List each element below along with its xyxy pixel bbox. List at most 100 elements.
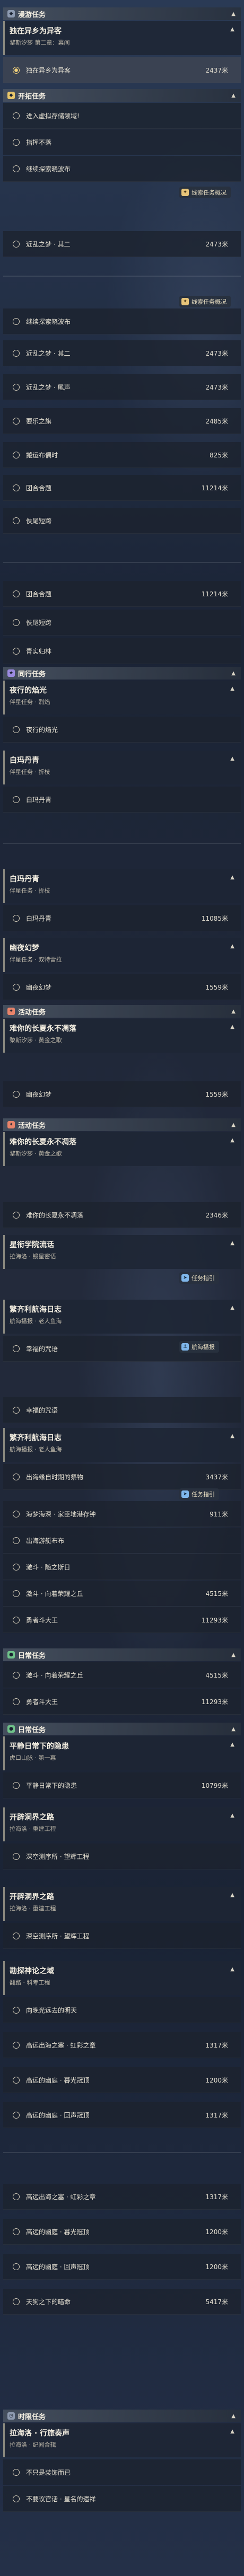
task-row[interactable]: 深空测序所 · 望辉工程 [3,1843,241,1869]
quest-card[interactable]: 难你的长夏永不凋落 黎斯汐莎 · 黄金之歌 ▲ [3,1132,241,1166]
guide-badge[interactable]: ➤ 任务指引 [179,1272,219,1284]
task-row[interactable]: 青实归林 [3,638,241,664]
task-row[interactable]: 要乐之旗 2485米 [3,408,241,434]
task-row[interactable]: 搬运布偶时 825米 [3,442,241,468]
section-header-daily[interactable]: ● 日常任务 ▲ [3,1723,241,1735]
task-name: 白玛丹青 [26,914,52,922]
quest-title: 开辟洞界之路 [10,1813,54,1822]
quest-card[interactable]: 平静日常下的隐患 虎口山脉 · 第一幕 ▲ [3,1736,241,1770]
task-row[interactable]: 激斗 · 向着荣耀之丘 4515米 [3,1581,241,1607]
section-header-event[interactable]: ✦ 活动任务 ▲ [3,1118,241,1131]
task-status-icon [13,2495,20,2502]
task-row[interactable]: 幽夜幻梦 1559米 [3,974,241,1000]
task-name: 出海缘自时期的祭物 [26,1473,84,1481]
task-status-icon [13,1345,20,1352]
task-row[interactable]: 白玛丹青 11085米 [3,905,241,931]
task-name: 进入虚拟存储领域! [26,112,80,120]
task-row[interactable]: 深空测序所 · 望辉工程 [3,1923,241,1949]
task-status-icon [13,1932,20,1939]
task-row[interactable]: 近乱之梦 · 其二 2473米 [3,231,241,257]
task-distance: 1317米 [205,2041,228,2049]
task-name: 难你的长夏永不凋落 [26,1211,84,1219]
quest-subtitle: 虎口山脉 · 第一幕 [10,1754,56,1761]
section-header-companion[interactable]: ★ 同行任务 ▲ [3,667,241,680]
task-row[interactable]: 高远的幽庭 · 回声冠顶 1200米 [3,2254,241,2280]
task-row[interactable]: 勇者斗大王 11293米 [3,1607,241,1633]
task-row[interactable]: 激斗 · 随之斯日 [3,1554,241,1580]
task-name: 近乱之梦 · 尾声 [26,383,71,391]
task-distance: 1317米 [205,2193,228,2201]
section-header-event[interactable]: ✦ 活动任务 ▲ [3,1005,241,1018]
task-row[interactable]: 夜行的焰光 [3,717,241,743]
task-row[interactable]: 佚尾短跨 [3,508,241,534]
task-distance: 11085米 [201,914,228,922]
task-row[interactable]: 近乱之梦 · 其二 2473米 [3,340,241,366]
task-row[interactable]: 海梦海深 · 家臣地港存钟 911米 [3,1501,241,1527]
quest-card[interactable]: 难你的长夏永不凋落 黎斯汐莎 · 黄金之歌 ▲ [3,1019,241,1053]
task-distance: 2473米 [205,383,228,391]
section-header-time[interactable]: ◷ 时限任务 ▲ [3,2410,241,2422]
quest-card[interactable]: 幽夜幻梦 伴星任务 · 双特雷拉 ▲ [3,938,241,972]
task-row[interactable]: 幸福的咒语 [3,1397,241,1423]
task-row[interactable]: 幽夜幻梦 1559米 [3,1081,241,1107]
quest-card[interactable]: 繁齐利航海日志 航海播报 · 老人鱼海 ▲ [3,1428,241,1462]
task-name: 深空测序所 · 望辉工程 [26,1852,90,1860]
task-status-icon [13,1510,20,1518]
task-row[interactable]: 高远的幽庭 · 暮光冠顶 1200米 [3,2067,241,2093]
task-row[interactable]: 继续探索晓波布 [3,308,241,334]
task-row[interactable]: 高远的幽庭 · 暮光冠顶 1200米 [3,2219,241,2245]
task-row[interactable]: 出海缘自时期的祭物 3437米 [3,1464,241,1490]
quest-card[interactable]: 独在异乡为异客 黎斯汐莎 第二章：幕间 ▲ [3,21,241,55]
quest-card[interactable]: 夜行的焰光 伴星任务 · 烈焰 ▲ [3,681,241,714]
section-header-daily[interactable]: ● 日常任务 ▲ [3,1648,241,1661]
task-row[interactable]: 团合合题 11214米 [3,475,241,501]
chevron-up-icon: ▲ [230,1966,234,1972]
quest-card[interactable]: 繁齐利航海日志 航海播报 · 老人鱼海 ▲ [3,1300,241,1334]
quest-card[interactable]: 白玛丹青 伴星任务 · 折枝 ▲ [3,869,241,903]
task-row[interactable]: 难你的长夏永不凋落 2346米 [3,1202,241,1228]
quest-card[interactable]: 白玛丹青 伴星任务 · 折枝 ▲ [3,751,241,784]
section-header-exploration[interactable]: ◆ 漫游任务 ▲ [3,7,241,20]
task-distance: 5417米 [205,2298,228,2306]
task-row[interactable]: 进入虚拟存储领域! [3,103,241,129]
quest-card[interactable]: 星衔学院流话 拉海洛 · 镜星密语 ▲ [3,1235,241,1269]
section-label: 活动任务 [18,1008,46,1017]
trail-overview-badge[interactable]: ✦ 线索任务概况 [179,296,231,307]
task-row[interactable]: 指挥不落 [3,129,241,155]
task-row[interactable]: 高远出海之塞 · 虹彩之章 1317米 [3,2184,241,2210]
task-status-icon [13,1563,20,1571]
task-row[interactable]: 天狗之下的暗命 5417米 [3,2289,241,2315]
task-row[interactable]: 不要议官话 · 星名的遗祥 [3,2486,241,2512]
task-row[interactable]: 平静日常下的隐患 10799米 [3,1772,241,1798]
task-row[interactable]: 出海游艇布布 [3,1528,241,1554]
quest-card[interactable]: 拉海洛 · 行旅奏声 拉海洛 · 纪闻合辑 ▲ [3,2423,241,2457]
task-row[interactable]: 激斗 · 向着荣耀之丘 4515米 [3,1662,241,1688]
task-row[interactable]: 佚尾短跨 [3,610,241,636]
quest-card[interactable]: 开辟洞界之路 拉海洛 · 重建工程 ▲ [3,1887,241,1921]
flight-badge[interactable]: ⚓ 航海播报 [179,1341,219,1353]
quest-card[interactable]: 勘探神论之域 翻路 · 科考工程 ▲ [3,1961,241,1995]
task-status-icon [13,1698,20,1705]
task-row[interactable]: 白玛丹青 [3,787,241,813]
task-row[interactable]: 高远出海之塞 · 虹彩之章 1317米 [3,2032,241,2058]
task-row[interactable]: 继续探索晓波布 [3,156,241,182]
task-row[interactable]: 高远的幽庭 · 回声冠顶 1317米 [3,2102,241,2128]
quest-subtitle: 黎斯汐莎 · 黄金之歌 [10,1037,62,1044]
task-row[interactable]: 独在异乡为异客 2437米 [3,57,241,83]
section-label: 日常任务 [18,1652,46,1660]
task-row[interactable]: 向晚光远去的明天 [3,1997,241,2023]
task-distance: 3437米 [205,1473,228,1481]
task-distance: 11214米 [201,484,228,492]
task-row[interactable]: 团合合题 11214米 [3,581,241,607]
section-header-trailblaze[interactable]: ◆ 开拓任务 ▲ [3,89,241,102]
task-row[interactable]: 近乱之梦 · 尾声 2473米 [3,374,241,400]
task-row[interactable]: 不只是装饰而已 [3,2459,241,2485]
quest-subtitle: 伴星任务 · 烈焰 [10,699,50,705]
quest-title: 难你的长夏永不凋落 [10,1025,76,1033]
task-row[interactable]: 勇者斗大王 11293米 [3,1689,241,1715]
guide-badge[interactable]: ➤ 任务指引 [179,1488,219,1500]
trail-overview-badge[interactable]: ✦ 线索任务概况 [179,187,231,198]
quest-card[interactable]: 开辟洞界之路 拉海洛 · 重建工程 ▲ [3,1807,241,1841]
task-status-icon [13,317,20,325]
task-status-icon [13,138,20,146]
